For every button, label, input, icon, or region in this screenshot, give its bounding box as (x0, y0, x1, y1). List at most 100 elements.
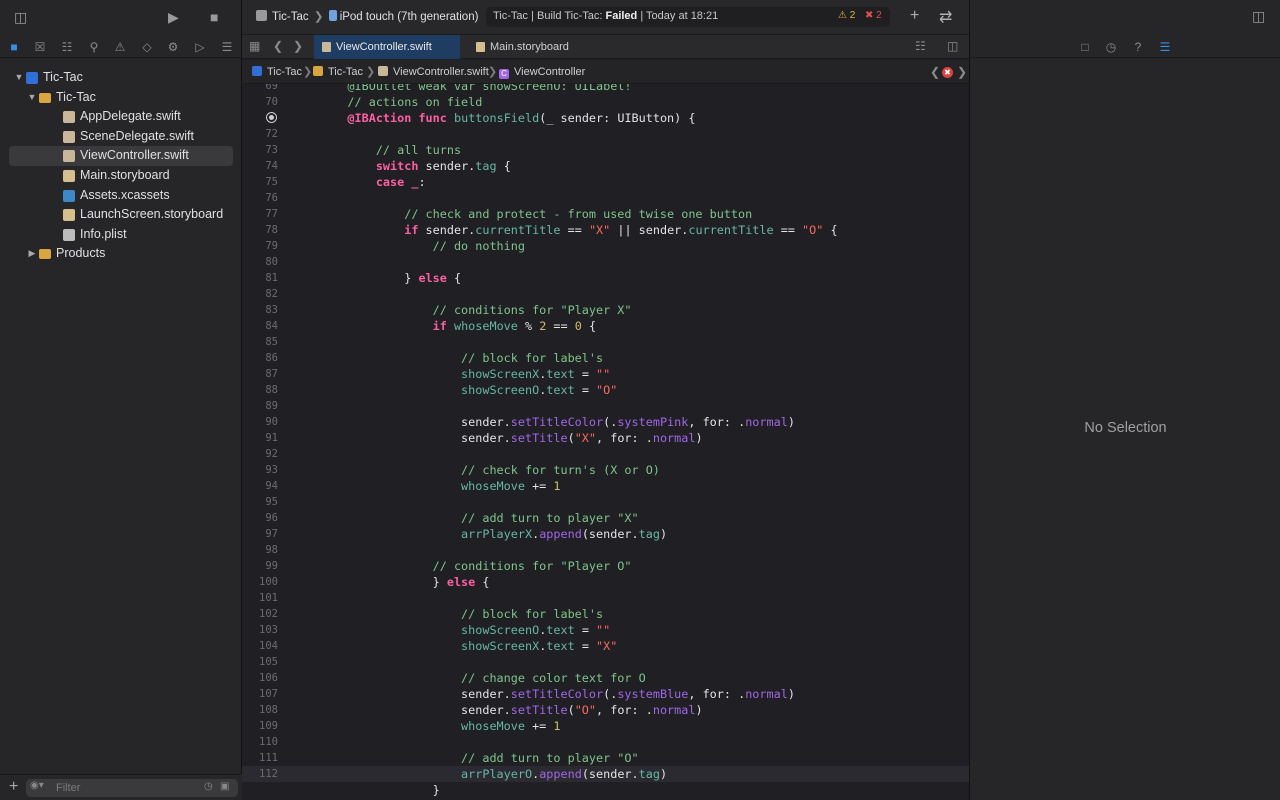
line-number[interactable]: 100 (242, 574, 278, 590)
debug-navigator-tab-icon[interactable]: ⚙ (164, 38, 182, 56)
line-number[interactable]: 72 (242, 126, 278, 142)
history-inspector-tab-icon[interactable]: ◷ (1102, 38, 1120, 56)
line-number[interactable]: 91 (242, 430, 278, 446)
code-line[interactable]: 104 showScreenX.text = "X" (242, 638, 969, 654)
line-number[interactable]: 76 (242, 190, 278, 206)
disclosure-open-icon[interactable]: ▼ (26, 88, 38, 108)
warning-badge[interactable]: ⚠ 2 (838, 10, 855, 21)
code-line[interactable]: 85 (242, 334, 969, 350)
code-line[interactable]: 103 showScreenO.text = "" (242, 622, 969, 638)
code-line[interactable]: 95 (242, 494, 969, 510)
code-line[interactable]: 79 // do nothing (242, 238, 969, 254)
line-number[interactable]: 73 (242, 142, 278, 158)
file-inspector-tab-icon[interactable]: □ (1076, 38, 1094, 56)
error-badge[interactable]: ✖ 2 (865, 10, 882, 21)
line-number[interactable]: 95 (242, 494, 278, 510)
code-line[interactable]: 82 (242, 286, 969, 302)
breakpoint-navigator-tab-icon[interactable]: ▷ (191, 38, 209, 56)
tree-item[interactable]: Assets.xcassets (0, 186, 242, 206)
line-number[interactable]: 97 (242, 526, 278, 542)
stop-button[interactable]: ■ (210, 8, 218, 26)
breadcrumb-class[interactable]: C ViewController (499, 60, 585, 84)
code-line[interactable]: 84 if whoseMove % 2 == 0 { (242, 318, 969, 334)
source-control-tab-icon[interactable]: ☒ (31, 38, 49, 56)
line-number[interactable]: 78 (242, 222, 278, 238)
code-line[interactable]: 86 // block for label's (242, 350, 969, 366)
code-line[interactable]: 93 // check for turn's (X or O) (242, 462, 969, 478)
filter-input[interactable] (56, 781, 196, 795)
line-number[interactable]: 107 (242, 686, 278, 702)
code-line[interactable]: 92 (242, 446, 969, 462)
line-number[interactable]: 101 (242, 590, 278, 606)
code-line[interactable]: 80 (242, 254, 969, 270)
code-line[interactable]: 90 sender.setTitleColor(.systemPink, for… (242, 414, 969, 430)
code-review-icon[interactable]: ⇄ (939, 7, 952, 27)
report-navigator-tab-icon[interactable]: ☰ (218, 38, 236, 56)
line-number[interactable]: 70 (242, 94, 278, 110)
scheme-selector[interactable]: Tic-Tac ❯ iPod touch (7th generation) (256, 9, 478, 23)
line-number[interactable]: 89 (242, 398, 278, 414)
code-line[interactable]: 107 sender.setTitleColor(.systemBlue, fo… (242, 686, 969, 702)
line-number[interactable]: 106 (242, 670, 278, 686)
code-line[interactable]: 98 (242, 542, 969, 558)
tab-viewcontroller-swift[interactable]: ViewController.swift (314, 35, 460, 59)
code-line[interactable]: @IBAction func buttonsField(_ sender: UI… (242, 110, 969, 126)
line-number[interactable]: 99 (242, 558, 278, 574)
code-line[interactable]: 101 (242, 590, 969, 606)
line-number[interactable]: 86 (242, 350, 278, 366)
line-number[interactable]: 87 (242, 366, 278, 382)
breadcrumb-project[interactable]: Tic-Tac (252, 60, 302, 84)
find-navigator-tab-icon[interactable]: ⚲ (85, 38, 103, 56)
recent-files-icon[interactable]: ◷ (204, 781, 213, 792)
code-line[interactable]: 74 switch sender.tag { (242, 158, 969, 174)
run-button[interactable]: ▶ (168, 8, 179, 26)
line-number[interactable]: 96 (242, 510, 278, 526)
split-editor-icon[interactable]: ◫ (947, 39, 958, 53)
inspector-toggle-icon[interactable]: ◫ (1252, 8, 1265, 25)
ibaction-connection-icon[interactable] (266, 112, 277, 123)
code-line[interactable]: 83 // conditions for "Player X" (242, 302, 969, 318)
tree-item[interactable]: LaunchScreen.storyboard (0, 205, 242, 225)
line-number[interactable]: 94 (242, 478, 278, 494)
tree-item[interactable]: ▼ Tic-Tac (0, 68, 242, 88)
code-line[interactable]: 110 (242, 734, 969, 750)
tree-item[interactable]: Info.plist (0, 225, 242, 245)
line-number[interactable]: 102 (242, 606, 278, 622)
line-number[interactable]: 83 (242, 302, 278, 318)
code-line[interactable]: 99 // conditions for "Player O" (242, 558, 969, 574)
code-line[interactable]: 76 (242, 190, 969, 206)
tree-item[interactable]: ViewController.swift (9, 146, 233, 166)
code-line[interactable]: 96 // add turn to player "X" (242, 510, 969, 526)
code-line[interactable]: 88 showScreenO.text = "O" (242, 382, 969, 398)
line-number[interactable]: 112 (242, 766, 278, 782)
code-line[interactable]: 112 arrPlayerO.append(sender.tag) (242, 766, 969, 782)
tree-item[interactable]: AppDelegate.swift (0, 107, 242, 127)
code-line[interactable]: 72 (242, 126, 969, 142)
code-line[interactable]: 102 // block for label's (242, 606, 969, 622)
line-number[interactable]: 110 (242, 734, 278, 750)
project-navigator-tab-icon[interactable]: ■ (5, 38, 23, 56)
line-number[interactable]: 93 (242, 462, 278, 478)
code-line[interactable]: 81 } else { (242, 270, 969, 286)
related-items-icon[interactable]: ▦ (249, 39, 260, 53)
line-number[interactable]: 88 (242, 382, 278, 398)
breadcrumb-file[interactable]: ViewController.swift (378, 60, 489, 84)
code-line[interactable]: 97 arrPlayerX.append(sender.tag) (242, 526, 969, 542)
line-number[interactable]: 104 (242, 638, 278, 654)
code-line[interactable]: 105 (242, 654, 969, 670)
line-number[interactable]: 109 (242, 718, 278, 734)
tree-item[interactable]: ▶ Products (0, 244, 242, 264)
tab-main-storyboard[interactable]: Main.storyboard (468, 35, 588, 59)
line-number[interactable]: 103 (242, 622, 278, 638)
line-number[interactable]: 82 (242, 286, 278, 302)
code-line[interactable]: 73 // all turns (242, 142, 969, 158)
breadcrumb-group[interactable]: Tic-Tac (313, 60, 363, 84)
modified-files-icon[interactable]: ▣ (220, 781, 229, 792)
test-navigator-tab-icon[interactable]: ◇ (138, 38, 156, 56)
tree-item[interactable]: Main.storyboard (0, 166, 242, 186)
symbol-navigator-tab-icon[interactable]: ☷ (58, 38, 76, 56)
code-line[interactable]: } (242, 782, 969, 798)
add-file-button[interactable]: + (9, 778, 18, 796)
line-number[interactable]: 80 (242, 254, 278, 270)
line-number[interactable]: 92 (242, 446, 278, 462)
